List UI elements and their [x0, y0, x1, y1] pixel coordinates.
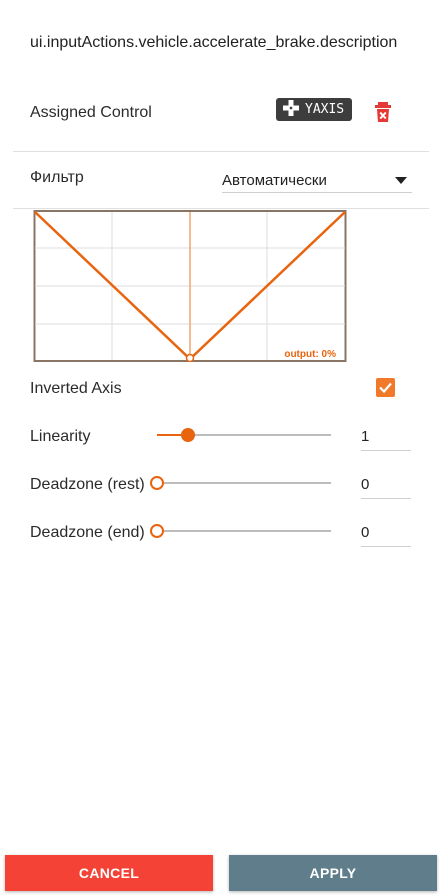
- cancel-button[interactable]: CANCEL: [5, 855, 213, 891]
- assigned-control-label: Assigned Control: [30, 104, 152, 121]
- inverted-axis-checkbox[interactable]: [376, 378, 395, 397]
- slider-track: [157, 530, 331, 532]
- deadzone-end-input[interactable]: 0: [361, 518, 411, 547]
- divider: [13, 151, 429, 152]
- gamepad-dpad-icon: [282, 99, 300, 120]
- deadzone-rest-input[interactable]: 0: [361, 470, 411, 499]
- divider: [13, 208, 429, 209]
- filter-select[interactable]: Автоматически: [222, 168, 412, 193]
- slider-track: [157, 482, 331, 484]
- graph-output-label: output: 0%: [284, 349, 336, 360]
- inverted-axis-label: Inverted Axis: [30, 380, 122, 397]
- slider-thumb[interactable]: [150, 524, 164, 538]
- dropdown-arrow-icon: [395, 176, 407, 184]
- deadzone-rest-label: Deadzone (rest): [30, 476, 145, 493]
- filter-select-value: Автоматически: [222, 171, 327, 189]
- assigned-control-name: YAXIS: [305, 102, 345, 117]
- checkmark-icon: [379, 382, 392, 394]
- deadzone-rest-slider[interactable]: [150, 473, 331, 493]
- linearity-label: Linearity: [30, 428, 91, 445]
- apply-button[interactable]: APPLY: [229, 855, 437, 891]
- response-curve-graph: output: 0%: [33, 210, 347, 363]
- deadzone-end-label: Deadzone (end): [30, 524, 145, 541]
- filter-label: Фильтр: [30, 169, 84, 186]
- assigned-control-chip[interactable]: YAXIS: [276, 98, 353, 121]
- slider-thumb[interactable]: [181, 428, 196, 442]
- page-title: ui.inputActions.vehicle.accelerate_brake…: [30, 34, 398, 51]
- linearity-slider[interactable]: [157, 425, 331, 445]
- slider-thumb[interactable]: [150, 476, 164, 490]
- trash-delete-icon[interactable]: [373, 100, 393, 124]
- linearity-input[interactable]: 1: [361, 422, 411, 451]
- deadzone-end-slider[interactable]: [150, 521, 331, 541]
